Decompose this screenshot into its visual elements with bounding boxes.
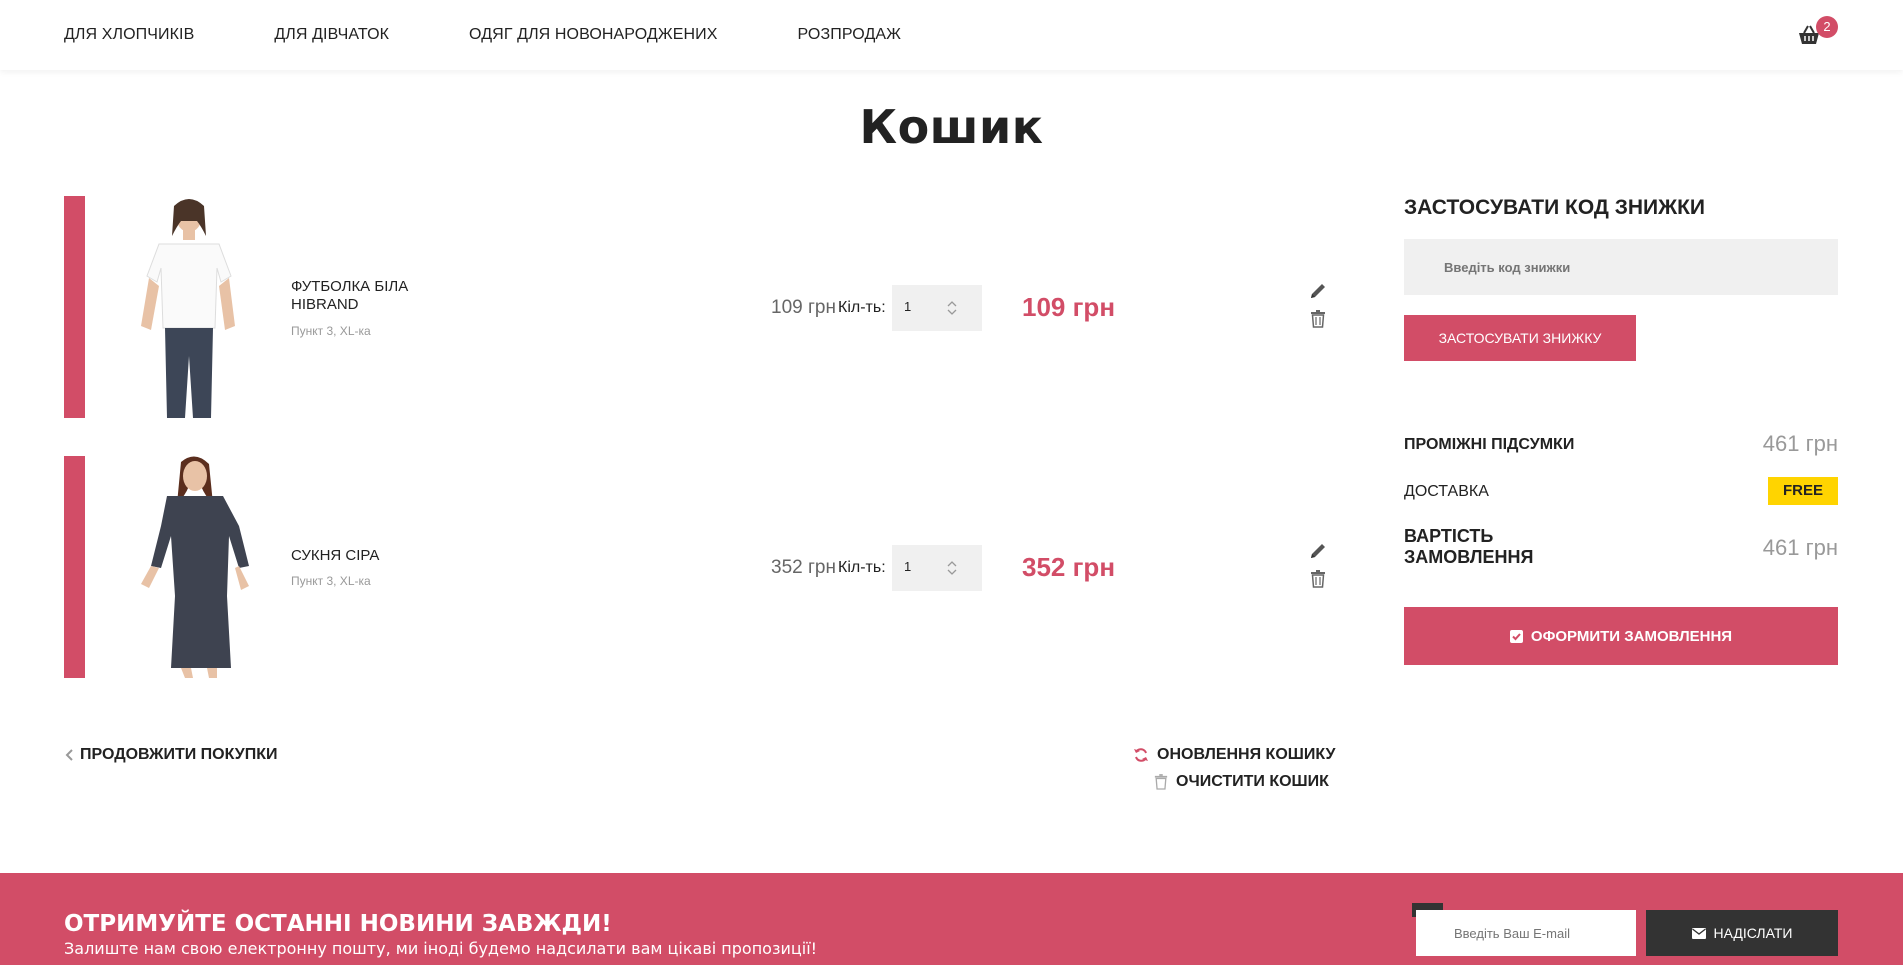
chevron-left-icon [65, 749, 73, 761]
trash-icon[interactable] [1310, 570, 1326, 588]
item-accent-bar [64, 196, 85, 418]
checkout-label: ОФОРМИТИ ЗАМОВЛЕННЯ [1530, 627, 1733, 645]
clear-cart-link[interactable]: ОЧИСТИТИ КОШИК [1154, 773, 1329, 791]
quantity-label: Кіл-ть: [838, 299, 886, 316]
newsletter-title: ОТРИМУЙТЕ ОСТАННІ НОВИНИ ЗАВЖДИ! [64, 911, 612, 937]
trash-icon [1154, 774, 1168, 790]
product-unit-price: 109 грн [771, 297, 836, 318]
product-line-total: 352 грн [1022, 552, 1116, 582]
checkout-button[interactable]: ОФОРМИТИ ЗАМОВЛЕННЯ [1404, 607, 1838, 665]
nav-item-sale[interactable]: РОЗПРОДАЖ [798, 26, 902, 44]
pencil-icon[interactable] [1309, 542, 1327, 560]
quantity-stepper[interactable] [892, 285, 982, 331]
spinner-arrows-icon[interactable] [946, 558, 958, 578]
order-total-value: 461 грн [1762, 535, 1838, 560]
clear-cart-label: ОЧИСТИТИ КОШИК [1176, 773, 1329, 790]
cart-count-badge[interactable]: 2 [1816, 16, 1838, 38]
newsletter-email-input[interactable] [1416, 910, 1636, 956]
apply-coupon-button[interactable]: ЗАСТОСУВАТИ ЗНИЖКУ [1404, 315, 1636, 361]
newsletter-subtitle: Залиште нам свою електронну пошту, ми ін… [64, 939, 818, 958]
product-options: Пункт 3, XL-ка [291, 324, 371, 338]
quantity-stepper[interactable] [892, 545, 982, 591]
product-image-grey-dress[interactable] [89, 456, 279, 678]
quantity-input[interactable] [904, 559, 944, 574]
order-total-label: ВАРТІСТЬ ЗАМОВЛЕННЯ [1404, 526, 1534, 567]
quantity-label: Кіл-ть: [838, 559, 886, 576]
continue-shopping-link[interactable]: ПРОДОВЖИТИ ПОКУПКИ [64, 746, 278, 764]
continue-shopping-label: ПРОДОВЖИТИ ПОКУПКИ [80, 746, 278, 763]
page-title: Кошик [859, 100, 1044, 154]
trash-icon[interactable] [1310, 310, 1326, 328]
nav-item-boys[interactable]: ДЛЯ ХЛОПЧИКІВ [64, 26, 194, 44]
main-nav: ДЛЯ ХЛОПЧИКІВ ДЛЯ ДІВЧАТОК ОДЯГ ДЛЯ НОВО… [64, 0, 981, 70]
product-image-white-tshirt[interactable] [89, 196, 279, 418]
product-name[interactable]: СУКНЯ СІРА [291, 547, 441, 565]
quantity-input[interactable] [904, 299, 944, 314]
product-options: Пункт 3, XL-ка [291, 574, 371, 588]
refresh-icon [1134, 748, 1148, 762]
envelope-icon [1691, 927, 1706, 939]
update-cart-label: ОНОВЛЕННЯ КОШИКУ [1157, 746, 1336, 763]
product-line-total: 109 грн [1022, 292, 1116, 322]
subtotal-row: ПРОМІЖНІ ПІДСУМКИ 461 грн [1404, 431, 1838, 464]
newsletter-section: ОТРИМУЙТЕ ОСТАННІ НОВИНИ ЗАВЖДИ! Залиште… [0, 873, 1903, 965]
shipping-row: ДОСТАВКА FREE [1404, 477, 1838, 507]
pencil-icon[interactable] [1309, 282, 1327, 300]
subtotal-value: 461 грн [1762, 431, 1838, 456]
spinner-arrows-icon[interactable] [946, 298, 958, 318]
cart-item: СУКНЯ СІРА Пункт 3, XL-ка 352 грн Кіл-ть… [64, 456, 1330, 678]
shipping-free-badge: FREE [1768, 477, 1838, 505]
cart-item: ФУТБОЛКА БІЛА HIBRAND Пункт 3, XL-ка 109… [64, 196, 1330, 418]
newsletter-submit-button[interactable]: НАДІСЛАТИ [1646, 910, 1838, 956]
product-unit-price: 352 грн [771, 557, 836, 578]
header: ДЛЯ ХЛОПЧИКІВ ДЛЯ ДІВЧАТОК ОДЯГ ДЛЯ НОВО… [0, 0, 1903, 70]
order-total-row: ВАРТІСТЬ ЗАМОВЛЕННЯ 461 грн [1404, 526, 1838, 570]
product-name[interactable]: ФУТБОЛКА БІЛА HIBRAND [291, 278, 441, 314]
coupon-code-input[interactable] [1404, 239, 1838, 295]
item-accent-bar [64, 456, 85, 678]
shipping-label: ДОСТАВКА [1404, 483, 1489, 500]
nav-item-girls[interactable]: ДЛЯ ДІВЧАТОК [274, 26, 389, 44]
nav-item-newborn[interactable]: ОДЯГ ДЛЯ НОВОНАРОДЖЕНИХ [469, 26, 717, 44]
update-cart-link[interactable]: ОНОВЛЕННЯ КОШИКУ [1133, 746, 1335, 764]
check-square-icon [1509, 629, 1523, 643]
subtotal-label: ПРОМІЖНІ ПІДСУМКИ [1404, 436, 1575, 453]
coupon-title: ЗАСТОСУВАТИ КОД ЗНИЖКИ [1404, 196, 1706, 219]
newsletter-submit-label: НАДІСЛАТИ [1713, 925, 1793, 941]
